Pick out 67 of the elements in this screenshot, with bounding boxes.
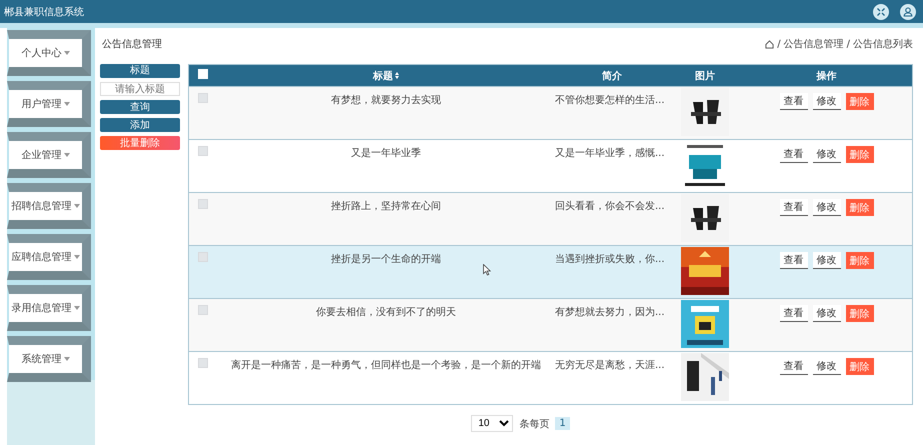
table-cell: 不管你想要怎样的生活... xyxy=(555,95,665,106)
table-cell: 又是一年毕业季，感慨... xyxy=(555,148,665,159)
page-title: 公告信息管理 xyxy=(101,38,162,51)
edit-button[interactable]: 修改 xyxy=(812,252,840,269)
table-cell: 你要去相信，没有到不了的明天 xyxy=(316,307,456,318)
view-button[interactable]: 查看 xyxy=(780,305,808,322)
breadcrumb-item[interactable]: 公告信息列表 xyxy=(853,37,913,51)
caret-icon xyxy=(64,357,70,361)
table-cell: 有梦想就去努力，因为... xyxy=(555,307,665,318)
sidebar-menu-item[interactable]: 录用信息管理 xyxy=(7,285,91,331)
page-number-button[interactable]: 1 xyxy=(555,417,570,430)
view-button[interactable]: 查看 xyxy=(780,252,808,269)
breadcrumb-separator: / xyxy=(846,38,850,50)
column-header[interactable]: 标题 xyxy=(373,68,393,82)
fullscreen-icon[interactable] xyxy=(873,4,889,20)
edit-button[interactable]: 修改 xyxy=(812,358,840,375)
caret-icon xyxy=(74,255,80,259)
action-button[interactable]: 添加 xyxy=(100,118,180,132)
view-button[interactable]: 查看 xyxy=(780,146,808,163)
edit-button[interactable]: 修改 xyxy=(812,305,840,322)
edit-button[interactable]: 修改 xyxy=(812,199,840,216)
column-header: 操作 xyxy=(816,70,836,82)
sidebar-menu-item[interactable]: 用户管理 xyxy=(7,81,91,127)
table-cell: 回头看看，你会不会发... xyxy=(555,201,665,212)
row-checkbox[interactable] xyxy=(198,358,208,368)
breadcrumb-item[interactable]: 公告信息管理 xyxy=(784,37,844,51)
page-size-select[interactable]: 10 xyxy=(471,415,514,432)
edit-button[interactable]: 修改 xyxy=(812,93,840,110)
app-title: 郴县兼职信息系统 xyxy=(4,6,84,18)
row-checkbox[interactable] xyxy=(198,305,208,315)
caret-icon xyxy=(74,306,80,310)
title-search-field[interactable]: 请输入标题 xyxy=(100,82,180,96)
table-cell: 挫折是另一个生命的开端 xyxy=(331,254,441,265)
sidebar-menu-item[interactable]: 个人中心 xyxy=(7,30,91,76)
filter-label: 标题 xyxy=(100,64,180,78)
page-size-label: 条每页 xyxy=(519,418,550,430)
view-button[interactable]: 查看 xyxy=(780,358,808,375)
row-checkbox[interactable] xyxy=(198,146,208,156)
table-cell: 有梦想，就要努力去实现 xyxy=(331,95,441,106)
sidebar-menu-item[interactable]: 企业管理 xyxy=(7,132,91,178)
sidebar-menu-item[interactable]: 招聘信息管理 xyxy=(7,183,91,229)
breadcrumb-separator: / xyxy=(777,38,781,50)
table-cell: 离开是一种痛苦，是一种勇气，但同样也是一个考验，是一个新的开端 xyxy=(231,360,541,371)
table-cell: 当遇到挫折或失败，你... xyxy=(555,254,665,265)
caret-icon xyxy=(74,204,80,208)
mouse-pointer-icon xyxy=(483,264,491,276)
row-checkbox[interactable] xyxy=(198,93,208,103)
sidebar-menu-item[interactable]: 应聘信息管理 xyxy=(7,234,91,280)
view-button[interactable]: 查看 xyxy=(780,93,808,110)
row-checkbox[interactable] xyxy=(198,252,208,262)
edit-button[interactable]: 修改 xyxy=(812,146,840,163)
user-icon[interactable] xyxy=(900,4,916,20)
sort-icon[interactable] xyxy=(395,72,399,79)
select-all-checkbox[interactable] xyxy=(198,69,208,79)
row-checkbox[interactable] xyxy=(198,199,208,209)
sidebar-menu-item[interactable]: 系统管理 xyxy=(7,336,91,382)
home-icon[interactable] xyxy=(765,40,774,48)
view-button[interactable]: 查看 xyxy=(780,199,808,216)
caret-icon xyxy=(64,153,70,157)
action-button[interactable]: 查询 xyxy=(100,100,180,114)
table-cell: 无穷无尽是离愁，天涯... xyxy=(555,360,665,371)
column-header: 简介 xyxy=(602,70,622,82)
caret-icon xyxy=(64,102,70,106)
caret-icon xyxy=(64,51,70,55)
table-cell: 又是一年毕业季 xyxy=(351,148,421,159)
table-cell: 挫折路上，坚持常在心间 xyxy=(331,201,441,212)
column-header: 图片 xyxy=(695,70,715,82)
